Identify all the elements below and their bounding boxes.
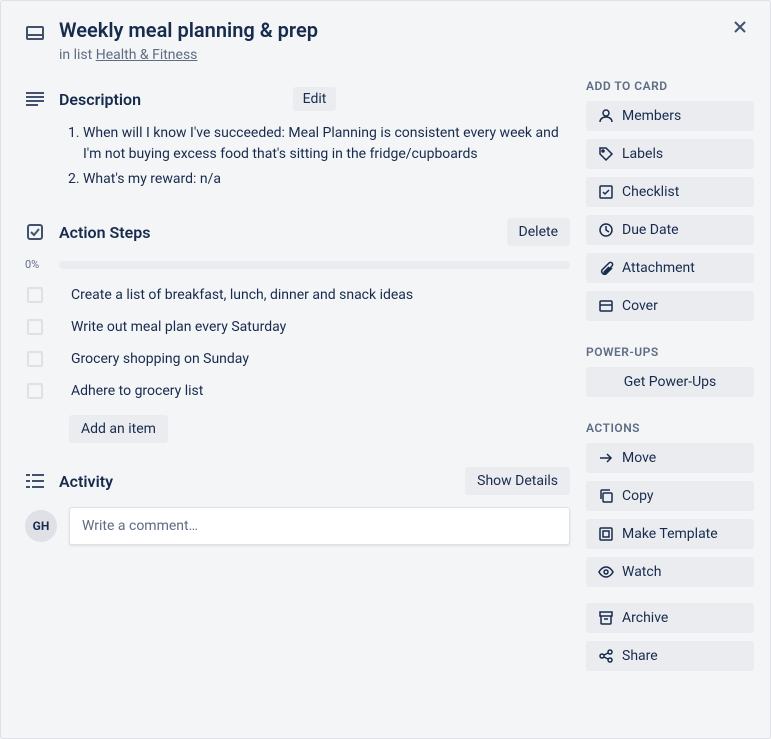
checklist-text: Adhere to grocery list	[71, 383, 203, 399]
checkbox[interactable]	[27, 383, 43, 399]
checkbox[interactable]	[27, 319, 43, 335]
comment-input[interactable]	[69, 507, 570, 545]
show-details-button[interactable]: Show Details	[465, 467, 570, 495]
copy-icon	[598, 488, 614, 504]
due-date-button[interactable]: Due Date	[586, 215, 754, 245]
attachment-button[interactable]: Attachment	[586, 253, 754, 283]
progress-bar	[59, 261, 570, 269]
move-button[interactable]: Move	[586, 443, 754, 473]
add-to-card-title: ADD TO CARD	[586, 79, 754, 93]
edit-description-button[interactable]: Edit	[293, 87, 337, 111]
add-item-button[interactable]: Add an item	[69, 415, 168, 443]
close-button[interactable]	[724, 11, 756, 43]
sidebar: ADD TO CARD Members Labels Checklist	[586, 79, 754, 722]
checklist-item[interactable]: Write out meal plan every Saturday	[25, 311, 570, 343]
checkbox[interactable]	[27, 351, 43, 367]
checklist-button[interactable]: Checklist	[586, 177, 754, 207]
power-ups-title: POWER-UPS	[586, 345, 754, 359]
make-template-button[interactable]: Make Template	[586, 519, 754, 549]
checklist-item[interactable]: Grocery shopping on Sunday	[25, 343, 570, 375]
progress-row: 0%	[25, 258, 570, 271]
description-section: Description Edit When will I know I've s…	[25, 87, 570, 194]
action-steps-section: Action Steps Delete 0% Create a list of …	[25, 218, 570, 443]
eye-icon	[598, 564, 614, 580]
description-item: When will I know I've succeeded: Meal Pl…	[83, 123, 570, 165]
actions-title: ACTIONS	[586, 421, 754, 435]
list-info: in list Health & Fitness	[59, 47, 318, 63]
checkbox[interactable]	[27, 287, 43, 303]
attachment-icon	[598, 260, 614, 276]
card-icon	[25, 23, 45, 47]
checklist-text: Create a list of breakfast, lunch, dinne…	[71, 287, 413, 303]
cover-icon	[598, 298, 614, 314]
checklist-icon	[25, 223, 45, 241]
delete-checklist-button[interactable]: Delete	[507, 218, 570, 246]
card-modal: Weekly meal planning & prep in list Heal…	[0, 0, 771, 739]
archive-button[interactable]: Archive	[586, 603, 754, 633]
archive-icon	[598, 610, 614, 626]
progress-percent: 0%	[25, 258, 51, 271]
clock-icon	[598, 222, 614, 238]
description-icon	[25, 91, 45, 107]
checklist-text: Write out meal plan every Saturday	[71, 319, 286, 335]
card-title[interactable]: Weekly meal planning & prep	[59, 17, 318, 43]
template-icon	[598, 526, 614, 542]
checklist-icon	[598, 184, 614, 200]
activity-icon	[25, 473, 45, 489]
avatar[interactable]: GH	[25, 510, 57, 542]
members-icon	[598, 108, 614, 124]
arrow-right-icon	[598, 450, 614, 466]
members-button[interactable]: Members	[586, 101, 754, 131]
labels-button[interactable]: Labels	[586, 139, 754, 169]
share-icon	[598, 648, 614, 664]
labels-icon	[598, 146, 614, 162]
share-button[interactable]: Share	[586, 641, 754, 671]
cover-button[interactable]: Cover	[586, 291, 754, 321]
description-item: What's my reward: n/a	[83, 169, 570, 190]
get-power-ups-button[interactable]: Get Power-Ups	[586, 367, 754, 397]
checklist-item[interactable]: Adhere to grocery list	[25, 375, 570, 407]
action-steps-title: Action Steps	[59, 223, 493, 242]
checklist-item[interactable]: Create a list of breakfast, lunch, dinne…	[25, 279, 570, 311]
description-content[interactable]: When will I know I've succeeded: Meal Pl…	[59, 123, 570, 190]
activity-section: Activity Show Details GH	[25, 467, 570, 545]
activity-title: Activity	[59, 472, 451, 491]
checklist-text: Grocery shopping on Sunday	[71, 351, 249, 367]
main-column: Weekly meal planning & prep in list Heal…	[25, 17, 570, 722]
close-icon	[732, 19, 748, 35]
watch-button[interactable]: Watch	[586, 557, 754, 587]
list-link[interactable]: Health & Fitness	[96, 47, 198, 63]
description-title: Description	[59, 90, 279, 109]
copy-button[interactable]: Copy	[586, 481, 754, 511]
card-header: Weekly meal planning & prep in list Heal…	[25, 17, 570, 63]
